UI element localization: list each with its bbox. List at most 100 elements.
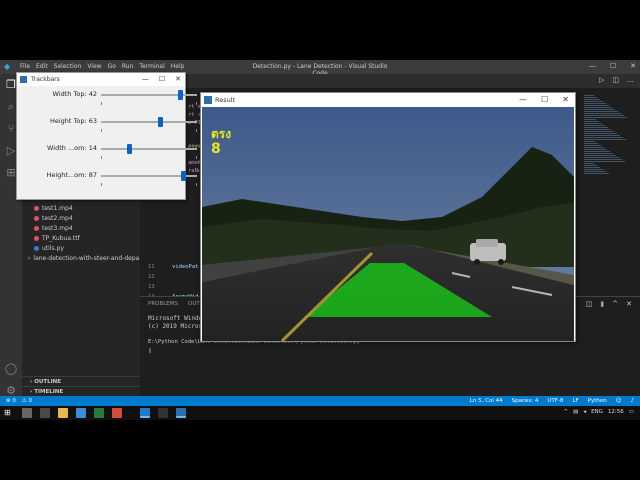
lane-detection-video-frame	[202, 107, 574, 341]
network-icon[interactable]: ▤	[573, 409, 578, 415]
outline-section[interactable]: › OUTLINE	[22, 376, 140, 386]
vscode-logo-icon: ◆	[4, 62, 11, 71]
trash-icon[interactable]: ▮	[600, 300, 604, 308]
file-item[interactable]: TP_Kubua.ttf	[34, 235, 80, 242]
minimize-button[interactable]: —	[589, 62, 596, 70]
code-line[interactable]: videoPat	[172, 264, 199, 270]
timeline-section[interactable]: › TIMELINE	[22, 386, 140, 396]
trackbars-titlebar[interactable]: Trackbars — ☐ ✕	[17, 73, 185, 86]
browser-icon[interactable]	[76, 408, 86, 418]
run-icon[interactable]: ▷	[599, 76, 604, 84]
search-icon[interactable]	[22, 408, 32, 418]
more-icon[interactable]: …	[627, 76, 634, 84]
line-ending[interactable]: LF	[572, 398, 578, 404]
steer-value: 8	[211, 141, 221, 157]
trackbar-row: Width Top: 42	[17, 87, 197, 111]
close-panel-icon[interactable]: ✕	[626, 300, 632, 308]
menu-item-help[interactable]: Help	[171, 63, 185, 70]
result-window-taskbar-icon[interactable]	[176, 408, 186, 418]
maximize-button[interactable]: ☐	[610, 62, 616, 70]
python-file-icon	[34, 246, 39, 251]
file-item[interactable]: utils.py	[34, 245, 64, 252]
minimize-button[interactable]: —	[142, 73, 149, 86]
letterbox-bottom	[0, 420, 640, 480]
close-button[interactable]: ✕	[562, 93, 569, 107]
menu-item-file[interactable]: File	[20, 63, 30, 70]
maximize-button[interactable]: ☐	[159, 73, 165, 86]
close-button[interactable]: ✕	[175, 73, 181, 86]
menu-item-selection[interactable]: Selection	[54, 63, 82, 70]
notifications-icon[interactable]: ▭	[629, 409, 634, 415]
trackbars-title: Trackbars	[31, 76, 60, 83]
windows-start-icon[interactable]: ⊞	[4, 409, 11, 417]
terminal-line: Microsoft Windo	[148, 315, 203, 322]
trackbar-label: Width ...om: 14	[47, 144, 97, 152]
python-taskbar-icon[interactable]	[158, 408, 168, 418]
trackbar-ticks	[101, 102, 197, 105]
clock[interactable]: 12:56	[608, 409, 624, 415]
trackbar-slider-track[interactable]	[101, 148, 197, 150]
line-number: 13	[148, 284, 155, 290]
minimize-button[interactable]: —	[519, 93, 527, 107]
app-icon[interactable]	[112, 408, 122, 418]
volume-icon[interactable]: ◂	[583, 409, 586, 415]
chevron-right-icon: ›	[30, 389, 33, 395]
trackbar-ticks	[101, 156, 197, 159]
trackbar-label: Width Top: 42	[52, 90, 97, 98]
window-app-icon	[20, 76, 27, 83]
file-type-icon	[34, 206, 39, 211]
result-titlebar[interactable]: Result — ☐ ✕	[201, 93, 575, 107]
status-bar: ⊗ 0 ⚠ 0 Ln 5, Col 44 Spaces: 4 UTF-8 LF …	[0, 396, 640, 406]
file-type-icon	[34, 216, 39, 221]
folder-item[interactable]: › lane-detection-with-steer-and-depa...	[28, 255, 145, 262]
split-terminal-icon[interactable]: ◫	[586, 300, 593, 308]
menu-item-go[interactable]: Go	[108, 63, 116, 70]
file-item[interactable]: test2.mp4	[34, 215, 73, 222]
file-item[interactable]: test1.mp4	[34, 205, 73, 212]
trackbars-window: Trackbars — ☐ ✕ Width Top: 42 Height Top:…	[16, 72, 197, 200]
trackbar-slider-track[interactable]	[101, 121, 197, 123]
feedback-icon[interactable]: ☺	[616, 398, 622, 404]
folder-name: lane-detection-with-steer-and-depa...	[33, 255, 146, 262]
app-icon[interactable]	[94, 408, 104, 418]
split-editor-icon[interactable]: ◫	[612, 76, 619, 84]
maximize-button[interactable]: ☐	[541, 93, 548, 107]
minimap[interactable]	[584, 94, 632, 184]
chevron-up-icon[interactable]: ^	[564, 409, 569, 415]
language-mode[interactable]: Python	[588, 398, 607, 404]
trackbar-slider-thumb[interactable]	[158, 117, 164, 127]
indentation[interactable]: Spaces: 4	[512, 398, 539, 404]
chevron-up-icon[interactable]: ^	[612, 300, 618, 308]
trackbar-slider-thumb[interactable]	[126, 144, 132, 154]
chevron-right-icon: ›	[28, 255, 31, 262]
warnings-count[interactable]: ⚠ 0	[22, 398, 32, 404]
trackbar-label: Height Top: 63	[49, 117, 97, 125]
vscode-taskbar-icon[interactable]	[140, 408, 150, 418]
account-icon[interactable]: ◯	[4, 362, 18, 376]
menu-item-run[interactable]: Run	[122, 63, 134, 70]
file-item[interactable]: test3.mp4	[34, 225, 73, 232]
menu-item-terminal[interactable]: Terminal	[139, 63, 164, 70]
tab-problems[interactable]: PROBLEMS	[148, 301, 178, 307]
menu-item-edit[interactable]: Edit	[36, 63, 48, 70]
trackbar-ticks	[101, 183, 197, 186]
trackbar-slider-thumb[interactable]	[181, 171, 187, 181]
terminal-cursor[interactable]: ▯	[148, 347, 152, 354]
cursor-position[interactable]: Ln 5, Col 44	[470, 398, 503, 404]
file-name: TP_Kubua.ttf	[42, 235, 80, 242]
errors-count[interactable]: ⊗ 0	[6, 398, 16, 404]
encoding[interactable]: UTF-8	[547, 398, 563, 404]
file-explorer-icon[interactable]	[58, 408, 68, 418]
trackbar-slider-thumb[interactable]	[178, 90, 184, 100]
keyboard-language[interactable]: ENG	[591, 409, 603, 415]
windows-taskbar: ⊞ ^ ▤ ◂ ENG 12:56 ▭	[0, 406, 640, 420]
timeline-label: TIMELINE	[34, 389, 64, 395]
line-number: 12	[148, 274, 155, 280]
result-window: Result — ☐ ✕ ตรง 8	[200, 92, 576, 342]
outline-label: OUTLINE	[34, 379, 62, 385]
file-name: test2.mp4	[42, 215, 73, 222]
bell-icon[interactable]: ♪	[630, 398, 634, 404]
task-view-icon[interactable]	[40, 408, 50, 418]
close-button[interactable]: ✕	[630, 62, 636, 70]
menu-item-view[interactable]: View	[87, 63, 101, 70]
